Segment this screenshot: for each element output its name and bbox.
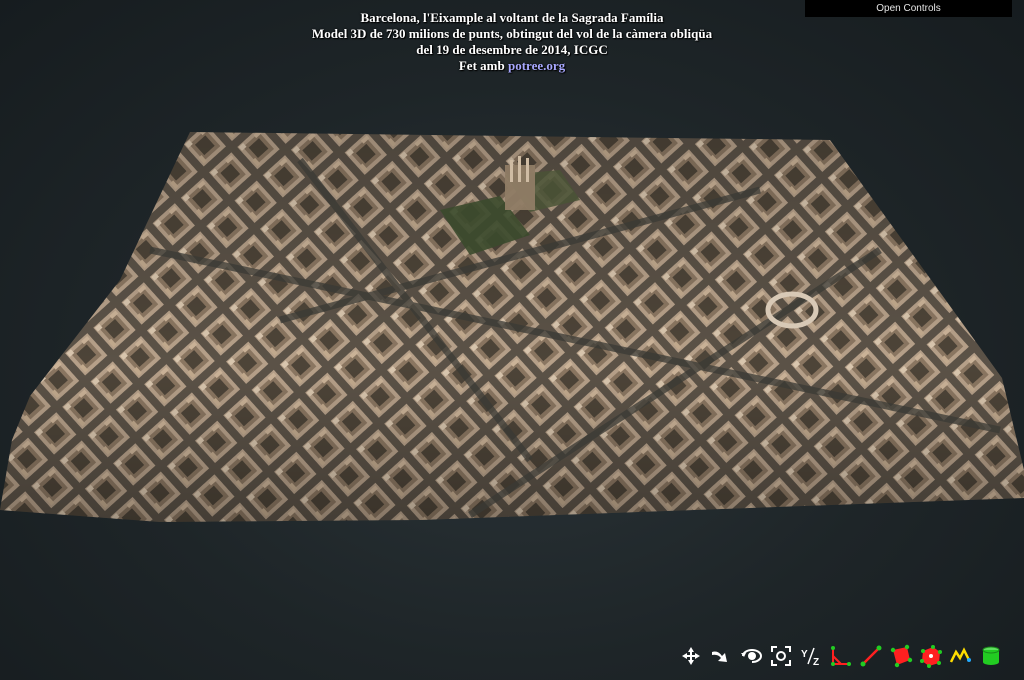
focus-icon <box>771 646 791 666</box>
volume-measure-icon <box>920 645 942 668</box>
open-controls-button[interactable]: Open Controls <box>805 0 1012 17</box>
title-line-4: Fet amb potree.org <box>262 58 762 74</box>
area-measure-button[interactable] <box>888 643 914 669</box>
flip-y-z-button[interactable]: Y Z <box>798 643 824 669</box>
height-profile-icon <box>949 647 971 663</box>
area-measure-icon <box>890 644 913 668</box>
clip-volume-button[interactable] <box>978 643 1004 669</box>
potree-link[interactable]: potree.org <box>508 58 565 73</box>
angle-measure-icon <box>831 646 851 666</box>
flip-y-z-icon: Y Z <box>801 647 819 668</box>
distance-measure-button[interactable] <box>858 643 884 669</box>
city-point-cloud <box>0 132 1024 522</box>
fly-controls-icon <box>712 651 727 662</box>
title-line-1: Barcelona, l'Eixample al voltant de la S… <box>360 10 664 25</box>
title-line-3: del 19 de desembre de 2014, ICGC <box>416 42 608 57</box>
fly-controls-button[interactable] <box>708 643 734 669</box>
earth-controls-icon <box>682 647 700 665</box>
height-profile-button[interactable] <box>948 643 974 669</box>
title-line-2: Model 3D de 730 milions de punts, obting… <box>311 26 713 41</box>
clip-volume-icon <box>982 646 1000 665</box>
focus-button[interactable] <box>768 643 794 669</box>
volume-measure-button[interactable] <box>918 643 944 669</box>
angle-measure-button[interactable] <box>828 643 854 669</box>
credit-prefix: Fet amb <box>458 58 508 73</box>
earth-controls-button[interactable] <box>678 643 704 669</box>
orbit-controls-icon <box>741 649 762 663</box>
tool-toolbar: Y Z <box>678 642 1008 670</box>
svg-text:Z: Z <box>813 657 819 668</box>
title-block: Barcelona, l'Eixample al voltant de la S… <box>262 10 762 74</box>
svg-text:Y: Y <box>801 649 808 660</box>
point-cloud-viewport[interactable]: Barcelona, l'Eixample al voltant de la S… <box>0 0 1024 680</box>
orbit-controls-button[interactable] <box>738 643 764 669</box>
distance-measure-icon <box>860 645 882 667</box>
